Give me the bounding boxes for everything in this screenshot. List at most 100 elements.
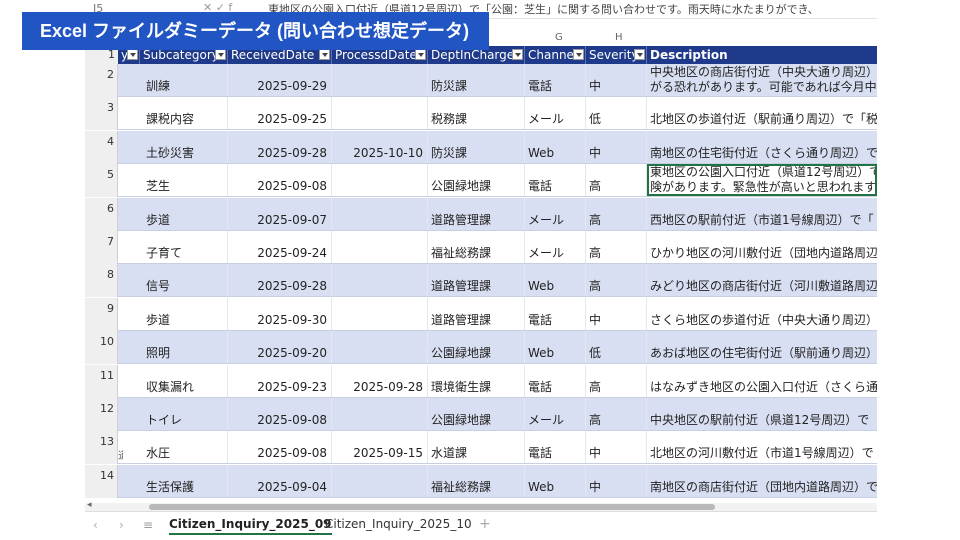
cell-severity[interactable]: 中 <box>586 297 647 330</box>
cell-description[interactable]: 南地区の住宅街付近（さくら通り周辺）で <box>647 131 877 163</box>
cell-subcategory[interactable]: 照明 <box>140 331 228 364</box>
cell-severity[interactable]: 中 <box>586 464 647 497</box>
cell-channel[interactable]: メール <box>525 97 586 130</box>
cell-dept[interactable]: 税務課 <box>428 97 525 130</box>
filter-dropdown-icon[interactable] <box>634 49 645 60</box>
cell-channel[interactable]: Web <box>525 331 586 364</box>
row-number[interactable]: 2 <box>85 64 118 97</box>
cell-dept[interactable]: 道路管理課 <box>428 197 525 230</box>
row-number[interactable]: 8 <box>85 264 118 298</box>
cell-severity[interactable]: 高 <box>586 164 647 197</box>
cell-dept[interactable]: 環境衛生課 <box>428 364 525 397</box>
cell-received-date[interactable]: 2025-09-07 <box>228 197 332 230</box>
cell-severity[interactable]: 中 <box>586 64 647 96</box>
row-number[interactable]: 14 <box>85 464 118 498</box>
row-number[interactable]: 10 <box>85 331 118 365</box>
cell-subcategory[interactable]: トイレ <box>140 398 228 430</box>
cell-channel[interactable]: メール <box>525 231 586 263</box>
header-channel[interactable]: Channel <box>525 46 586 64</box>
cell-description[interactable]: さくら地区の歩道付近（中央大通り周辺） <box>647 298 877 330</box>
row-number[interactable]: 12 <box>85 398 118 431</box>
cell-processed-date[interactable] <box>332 264 428 297</box>
cell-subcategory[interactable]: 歩道 <box>140 297 228 330</box>
row-number[interactable]: 3 <box>85 97 118 131</box>
cell-severity[interactable]: 高 <box>586 398 647 430</box>
cell-severity[interactable]: 低 <box>586 331 647 364</box>
cell-subcategory[interactable]: 課税内容 <box>140 97 228 130</box>
cell-channel[interactable]: Web <box>525 464 586 497</box>
next-sheet-icon[interactable]: › <box>119 518 124 532</box>
cell-channel[interactable]: Web <box>525 264 586 297</box>
cell-subcategory[interactable]: 水圧 <box>140 431 228 464</box>
cell-processed-date[interactable]: 2025-09-28 <box>332 364 428 397</box>
cell-received-date[interactable]: 2025-09-25 <box>228 97 332 130</box>
cell-dept[interactable]: 防災課 <box>428 64 525 96</box>
cell-received-date[interactable]: 2025-09-29 <box>228 64 332 96</box>
cell-processed-date[interactable]: 2025-10-10 <box>332 130 428 163</box>
cell-processed-date[interactable] <box>332 331 428 364</box>
cell-description[interactable]: ひかり地区の河川敷付近（団地内道路周辺 <box>647 231 877 263</box>
cell-dept[interactable]: 福祉総務課 <box>428 231 525 263</box>
column-letter-h[interactable]: H <box>615 32 623 43</box>
row-number[interactable]: 5 <box>85 164 118 198</box>
cell-category[interactable] <box>118 298 123 331</box>
cell-dept[interactable]: 公園緑地課 <box>428 164 525 197</box>
row-number[interactable]: 11 <box>85 364 118 398</box>
tab-sheet-2025-10[interactable]: Citizen_Inquiry_2025_10 <box>325 517 472 531</box>
cell-received-date[interactable]: 2025-09-08 <box>228 398 332 430</box>
cell-dept[interactable]: 道路管理課 <box>428 264 525 297</box>
cell-severity[interactable]: 中 <box>586 431 647 464</box>
cell-processed-date[interactable] <box>332 97 428 130</box>
cell-category[interactable] <box>118 198 123 231</box>
filter-dropdown-icon[interactable] <box>215 49 226 60</box>
cell-category[interactable] <box>118 398 123 431</box>
cell-dept[interactable]: 公園緑地課 <box>428 331 525 364</box>
cell-subcategory[interactable]: 歩道 <box>140 197 228 230</box>
cell-processed-date[interactable] <box>332 164 428 197</box>
cell-received-date[interactable]: 2025-09-30 <box>228 297 332 330</box>
scrollbar-thumb[interactable] <box>149 504 715 510</box>
cell-description[interactable]: 中央地区の駅前付近（県道12号周辺）で「 <box>647 398 877 430</box>
cell-processed-date[interactable] <box>332 398 428 430</box>
cell-category[interactable] <box>118 164 123 197</box>
cell-category[interactable] <box>118 131 123 164</box>
cell-severity[interactable]: 低 <box>586 97 647 130</box>
cell-dept[interactable]: 公園緑地課 <box>428 398 525 430</box>
filter-dropdown-icon[interactable] <box>415 49 426 60</box>
cell-channel[interactable]: メール <box>525 197 586 230</box>
cell-description[interactable]: 東地区の公園入口付近（県道12号周辺）で 険があります。緊急性が高いと思われます <box>647 164 877 197</box>
cell-severity[interactable]: 高 <box>586 364 647 397</box>
filter-dropdown-icon[interactable] <box>512 49 523 60</box>
cell-channel[interactable]: 電話 <box>525 364 586 397</box>
cell-subcategory[interactable]: 生活保護 <box>140 464 228 497</box>
cell-description[interactable]: 南地区の商店街付近（団地内道路周辺）で <box>647 465 877 497</box>
scroll-left-icon[interactable]: ◂ <box>87 500 92 510</box>
sheet-list-icon[interactable]: ≡ <box>143 518 153 532</box>
horizontal-scrollbar[interactable]: ◂ <box>85 500 877 511</box>
cell-received-date[interactable]: 2025-09-24 <box>228 231 332 263</box>
cell-received-date[interactable]: 2025-09-28 <box>228 264 332 297</box>
cell-channel[interactable]: 電話 <box>525 164 586 197</box>
cell-description[interactable]: みどり地区の商店街付近（河川敷道路周辺 <box>647 264 877 296</box>
cell-subcategory[interactable]: 土砂災害 <box>140 130 228 163</box>
row-number[interactable]: 9 <box>85 297 118 331</box>
cell-processed-date[interactable]: 2025-09-15 <box>332 431 428 464</box>
cell-channel[interactable]: 電話 <box>525 431 586 464</box>
row-number[interactable]: 13 <box>85 431 118 465</box>
cell-dept[interactable]: 防災課 <box>428 130 525 163</box>
cell-category[interactable] <box>118 365 123 398</box>
cell-processed-date[interactable] <box>332 231 428 263</box>
cell-processed-date[interactable] <box>332 64 428 96</box>
cell-processed-date[interactable] <box>332 464 428 497</box>
cell-subcategory[interactable]: 収集漏れ <box>140 364 228 397</box>
cell-channel[interactable]: 電話 <box>525 297 586 330</box>
cell-category[interactable] <box>118 331 123 364</box>
cell-description[interactable]: 北地区の河川敷付近（市道1号線周辺）で <box>647 431 877 463</box>
cell-category[interactable] <box>118 64 123 97</box>
cell-subcategory[interactable]: 信号 <box>140 264 228 297</box>
row-number[interactable]: 7 <box>85 231 118 264</box>
header-description[interactable]: Description <box>647 46 877 64</box>
cell-description[interactable]: 北地区の歩道付近（駅前通り周辺）で「税 <box>647 97 877 129</box>
cell-severity[interactable]: 高 <box>586 264 647 297</box>
cell-category[interactable] <box>118 97 123 130</box>
